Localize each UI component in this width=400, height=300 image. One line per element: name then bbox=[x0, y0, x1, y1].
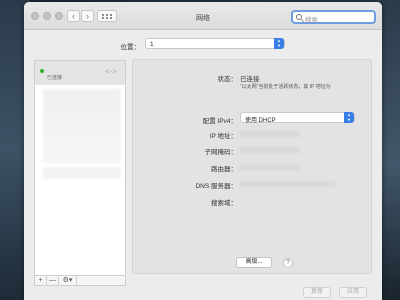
add-service-button[interactable]: + bbox=[35, 276, 47, 285]
status-dot-icon bbox=[40, 69, 44, 73]
desktop-background-right bbox=[382, 0, 400, 300]
popup-arrows-icon: ▲ ▼ bbox=[344, 112, 354, 123]
network-preferences-window: ‹ › 网络 搜索 位置： 1 ▲ ▼ 已连接 <··> + — ⚙︎▾ 状态：… bbox=[24, 2, 382, 300]
location-value: 1 bbox=[150, 41, 154, 48]
help-button[interactable]: ? bbox=[283, 258, 293, 268]
config-ipv4-value: 使用 DHCP bbox=[245, 118, 276, 124]
popup-arrows-icon: ▲ ▼ bbox=[274, 38, 284, 49]
config-ipv4-select[interactable]: 使用 DHCP ▲ ▼ bbox=[240, 112, 355, 124]
subnet-mask-value bbox=[240, 147, 300, 153]
remove-service-button[interactable]: — bbox=[47, 276, 59, 285]
ip-address-label: IP 地址： bbox=[209, 133, 237, 140]
title-bar: ‹ › 网络 搜索 bbox=[24, 2, 382, 30]
advanced-button[interactable]: 高级... bbox=[236, 257, 272, 268]
location-select[interactable]: 1 ▲ ▼ bbox=[145, 38, 285, 49]
dns-server-label: DNS 服务器： bbox=[195, 183, 237, 190]
revert-button[interactable]: 复原 bbox=[303, 287, 331, 298]
details-panel: 状态： 已连接 “以太网”当前处于活跃状态，其 IP 地址为 配置 IPv4： … bbox=[132, 59, 372, 274]
status-note: “以太网”当前处于活跃状态，其 IP 地址为 bbox=[240, 84, 331, 90]
ethernet-arrows-icon: <··> bbox=[105, 67, 117, 76]
router-value bbox=[240, 164, 300, 170]
search-placeholder: 搜索 bbox=[305, 17, 318, 24]
search-domain-label: 搜索域： bbox=[211, 200, 237, 207]
blurred-service-item bbox=[43, 167, 121, 179]
config-ipv4-label: 配置 IPv4： bbox=[202, 118, 237, 125]
dns-server-value bbox=[240, 181, 335, 187]
ip-address-value bbox=[240, 131, 300, 137]
location-label: 位置： bbox=[120, 44, 141, 51]
router-label: 路由器： bbox=[211, 166, 237, 173]
service-list[interactable]: 已连接 <··> bbox=[34, 60, 126, 276]
service-item-ethernet[interactable]: 已连接 <··> bbox=[35, 61, 125, 85]
status-label: 状态： bbox=[217, 76, 238, 83]
search-field[interactable]: 搜索 bbox=[291, 10, 376, 24]
apply-button[interactable]: 应用 bbox=[339, 287, 367, 298]
action-menu-button[interactable]: ⚙︎▾ bbox=[59, 276, 77, 285]
search-icon bbox=[296, 14, 302, 20]
blurred-service-list bbox=[43, 89, 121, 163]
service-list-toolbar: + — ⚙︎▾ bbox=[34, 276, 126, 286]
subnet-mask-label: 子网掩码： bbox=[204, 149, 238, 156]
service-status: 已连接 bbox=[47, 75, 63, 81]
status-value: 已连接 bbox=[240, 76, 260, 83]
